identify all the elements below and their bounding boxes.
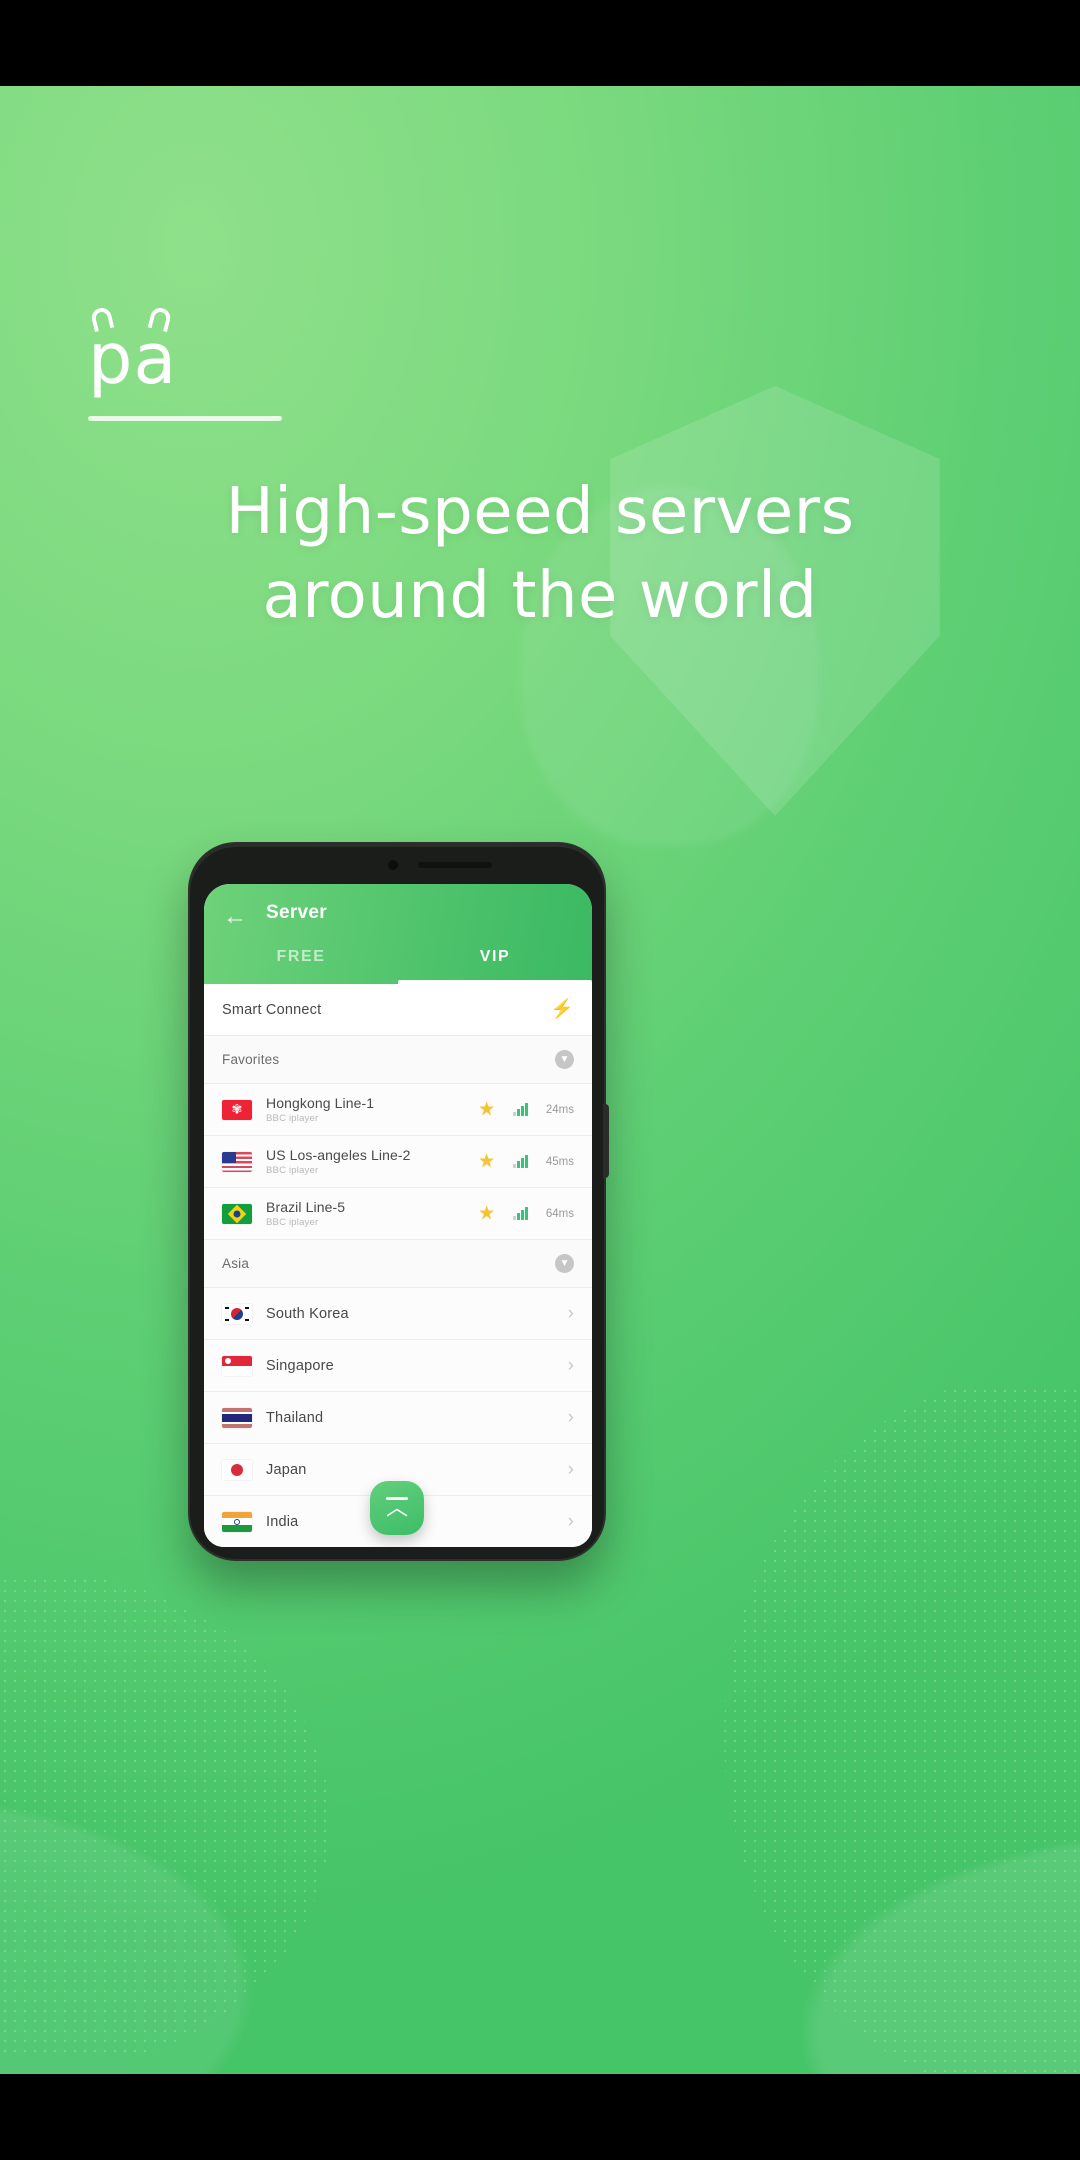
brand-logo: pa	[88, 305, 282, 421]
power-button	[603, 1104, 609, 1178]
smart-connect-row[interactable]: Smart Connect ⚡	[204, 984, 592, 1036]
flag-icon-brazil	[222, 1203, 252, 1224]
server-name: Brazil Line-5	[266, 1199, 346, 1215]
earpiece-speaker	[418, 862, 492, 868]
chevron-down-circle-icon[interactable]: ▼	[555, 1254, 574, 1273]
server-name: US Los-angeles Line-2	[266, 1147, 411, 1163]
list-item[interactable]: South Korea ›	[204, 1288, 592, 1340]
signal-strength-icon	[513, 1207, 528, 1220]
signal-strength-icon	[513, 1103, 528, 1116]
app-viewport: ← Server FREE VIP Smart Connect ⚡ Favori…	[204, 884, 592, 1547]
flag-icon-india	[222, 1511, 252, 1532]
back-arrow-icon[interactable]: ←	[222, 905, 248, 929]
country-name: South Korea	[266, 1305, 349, 1322]
brand-logo-text: pa	[88, 318, 178, 400]
chevron-right-icon: ›	[567, 1407, 574, 1428]
tab-bar: FREE VIP	[204, 942, 592, 984]
promo-headline: High-speed servers around the world	[0, 470, 1080, 639]
list-item[interactable]: Thailand ›	[204, 1392, 592, 1444]
table-row[interactable]: Brazil Line-5 BBC iplayer ★ 64ms	[204, 1188, 592, 1240]
server-list: Smart Connect ⚡ Favorites ▼ Ho	[204, 984, 592, 1547]
server-subtitle: BBC iplayer	[266, 1113, 319, 1124]
favorite-star-icon[interactable]: ★	[478, 1204, 495, 1223]
flag-icon-thailand	[222, 1407, 252, 1428]
list-item[interactable]: Singapore ›	[204, 1340, 592, 1392]
server-subtitle: BBC iplayer	[266, 1217, 319, 1228]
country-name: Singapore	[266, 1357, 334, 1374]
page-title: Server	[266, 902, 327, 923]
table-row[interactable]: Hongkong Line-1 BBC iplayer ★ 24ms	[204, 1084, 592, 1136]
tab-free[interactable]: FREE	[204, 942, 398, 984]
server-name: Hongkong Line-1	[266, 1095, 375, 1111]
flag-icon-united-states	[222, 1151, 252, 1172]
section-header-favorites[interactable]: Favorites ▼	[204, 1036, 592, 1084]
signal-strength-icon	[513, 1155, 528, 1168]
phone-mockup: ← Server FREE VIP Smart Connect ⚡ Favori…	[188, 842, 609, 1561]
country-name: Japan	[266, 1461, 307, 1478]
country-name: India	[266, 1513, 299, 1530]
app-header: ← Server FREE VIP	[204, 884, 592, 984]
panda-ears-icon	[89, 305, 202, 334]
headline-line-2: around the world	[262, 559, 818, 634]
latency-value: 64ms	[545, 1207, 574, 1220]
promo-background: pa High-speed servers around the world ←…	[0, 86, 1080, 2074]
chevron-right-icon: ›	[567, 1459, 574, 1480]
flag-icon-singapore	[222, 1355, 252, 1376]
front-camera-icon	[388, 860, 398, 870]
section-header-asia[interactable]: Asia ▼	[204, 1240, 592, 1288]
headline-line-1: High-speed servers	[225, 475, 855, 549]
flag-icon-hongkong	[222, 1099, 252, 1120]
smart-connect-label: Smart Connect	[222, 1001, 322, 1018]
tab-vip[interactable]: VIP	[398, 942, 592, 984]
flag-icon-japan	[222, 1459, 252, 1480]
table-row[interactable]: US Los-angeles Line-2 BBC iplayer ★ 45ms	[204, 1136, 592, 1188]
chevron-down-circle-icon[interactable]: ▼	[555, 1050, 574, 1069]
server-subtitle: BBC iplayer	[266, 1165, 319, 1176]
chevron-right-icon: ›	[567, 1355, 574, 1376]
flag-icon-south-korea	[222, 1303, 252, 1324]
letterbox-bottom	[0, 2074, 1080, 2160]
wave-decoration	[0, 1654, 1080, 2074]
logo-underline	[88, 416, 282, 421]
favorite-star-icon[interactable]: ★	[478, 1100, 495, 1119]
section-title: Favorites	[222, 1052, 280, 1067]
scroll-to-top-bar	[386, 1497, 408, 1500]
country-name: Thailand	[266, 1409, 324, 1426]
screenshot-root: pa High-speed servers around the world ←…	[0, 0, 1080, 2160]
scroll-to-top-icon: ︿	[385, 1495, 408, 1520]
scroll-to-top-button[interactable]: ︿	[370, 1481, 424, 1535]
latency-value: 45ms	[545, 1155, 574, 1168]
favorite-star-icon[interactable]: ★	[478, 1152, 495, 1171]
latency-value: 24ms	[545, 1103, 574, 1116]
chevron-right-icon: ›	[567, 1511, 574, 1532]
section-title: Asia	[222, 1256, 250, 1271]
chevron-right-icon: ›	[567, 1303, 574, 1324]
lightning-bolt-icon: ⚡	[550, 999, 574, 1020]
letterbox-top	[0, 0, 1080, 86]
